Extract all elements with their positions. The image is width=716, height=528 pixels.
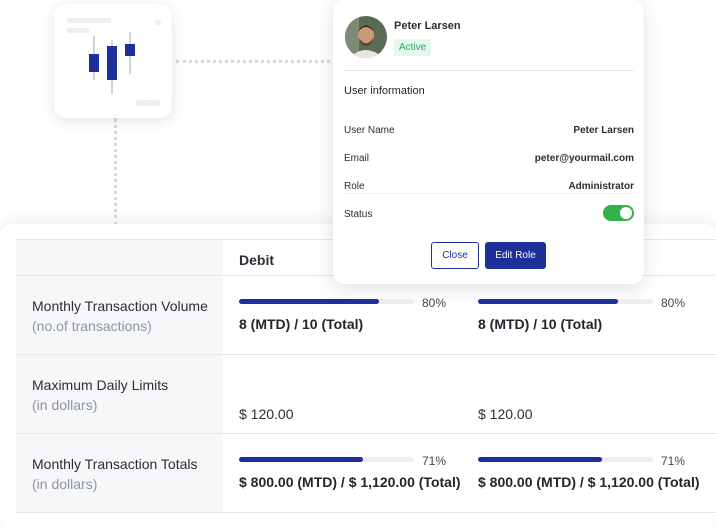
info-row-email: Email peter@yourmail.com (344, 153, 634, 167)
stage: Debit Monthly Transaction Volume (no.of … (0, 0, 716, 528)
row-label: Maximum Daily Limits (32, 377, 169, 393)
progress-fill (478, 299, 618, 304)
row-label-cell: Maximum Daily Limits (in dollars) (16, 355, 223, 433)
toggle-knob (620, 207, 632, 219)
user-name-heading: Peter Larsen (394, 20, 461, 32)
progress-bar (239, 299, 414, 304)
user-photo-icon (345, 16, 387, 58)
table-cell: 80% 8 (MTD) / 10 (Total) (462, 276, 701, 354)
table-cell: 71% $ 800.00 (MTD) / $ 1,120.00 (Total) (462, 434, 701, 512)
cell-value: 8 (MTD) / 10 (Total) (478, 316, 603, 332)
row-sublabel: (no.of transactions) (32, 318, 152, 334)
widget-placeholder-line (136, 100, 160, 106)
cell-value: $ 120.00 (239, 406, 294, 422)
table-row: Monthly Transaction Volume (no.of transa… (16, 276, 716, 355)
progress-percent: 71% (422, 454, 447, 468)
progress-percent: 80% (661, 296, 686, 310)
connector-vertical (114, 118, 117, 226)
progress-fill (239, 457, 364, 462)
table-cell: 71% $ 800.00 (MTD) / $ 1,120.00 (Total) (223, 434, 462, 512)
progress-fill (478, 457, 603, 462)
info-row-status: Status (344, 205, 634, 223)
close-button[interactable]: Close (431, 242, 479, 269)
widget-placeholder-dot (155, 20, 161, 26)
field-label: Role (344, 181, 365, 192)
connector-horizontal (176, 60, 336, 63)
row-sublabel: (in dollars) (32, 397, 98, 413)
cell-value: $ 800.00 (MTD) / $ 1,120.00 (Total) (239, 474, 461, 490)
row-label: Monthly Transaction Volume (32, 298, 208, 314)
progress-bar (478, 457, 653, 462)
progress-fill (239, 299, 379, 304)
field-label: Status (344, 209, 373, 220)
table-row: Monthly Transaction Totals (in dollars) … (16, 434, 716, 513)
edit-role-button[interactable]: Edit Role (485, 242, 546, 269)
table-cell: 80% 8 (MTD) / 10 (Total) (223, 276, 462, 354)
row-label-cell: Monthly Transaction Totals (in dollars) (16, 434, 223, 512)
cell-value: $ 120.00 (478, 406, 533, 422)
section-title: User information (344, 85, 425, 97)
divider (344, 193, 634, 194)
field-label: User Name (344, 125, 395, 136)
progress-percent: 80% (422, 296, 447, 310)
field-label: Email (344, 153, 370, 164)
widget-placeholder-line (67, 18, 111, 23)
cell-value: $ 800.00 (MTD) / $ 1,120.00 (Total) (478, 474, 700, 490)
user-card: Peter Larsen Active User information Use… (333, 0, 644, 284)
progress-bar (478, 299, 653, 304)
cell-value: 8 (MTD) / 10 (Total) (239, 316, 364, 332)
field-value: peter@yourmail.com (534, 153, 634, 164)
info-row-username: User Name Peter Larsen (344, 125, 634, 139)
status-badge: Active (394, 39, 432, 56)
avatar (345, 16, 387, 58)
table-cell: $ 120.00 (223, 355, 462, 433)
progress-bar (239, 457, 414, 462)
table-cell: $ 120.00 (462, 355, 701, 433)
table-row: Maximum Daily Limits (in dollars) $ 120.… (16, 355, 716, 434)
chart-widget[interactable] (54, 4, 172, 118)
field-value: Administrator (568, 181, 634, 192)
field-value: Peter Larsen (573, 125, 634, 136)
progress-percent: 71% (661, 454, 686, 468)
row-label-cell: Monthly Transaction Volume (no.of transa… (16, 276, 223, 354)
divider (344, 70, 634, 71)
row-sublabel: (in dollars) (32, 476, 98, 492)
status-toggle[interactable] (603, 205, 634, 221)
candlestick-chart-icon (89, 32, 135, 94)
row-label: Monthly Transaction Totals (32, 456, 198, 472)
header-empty-cell (16, 240, 223, 275)
